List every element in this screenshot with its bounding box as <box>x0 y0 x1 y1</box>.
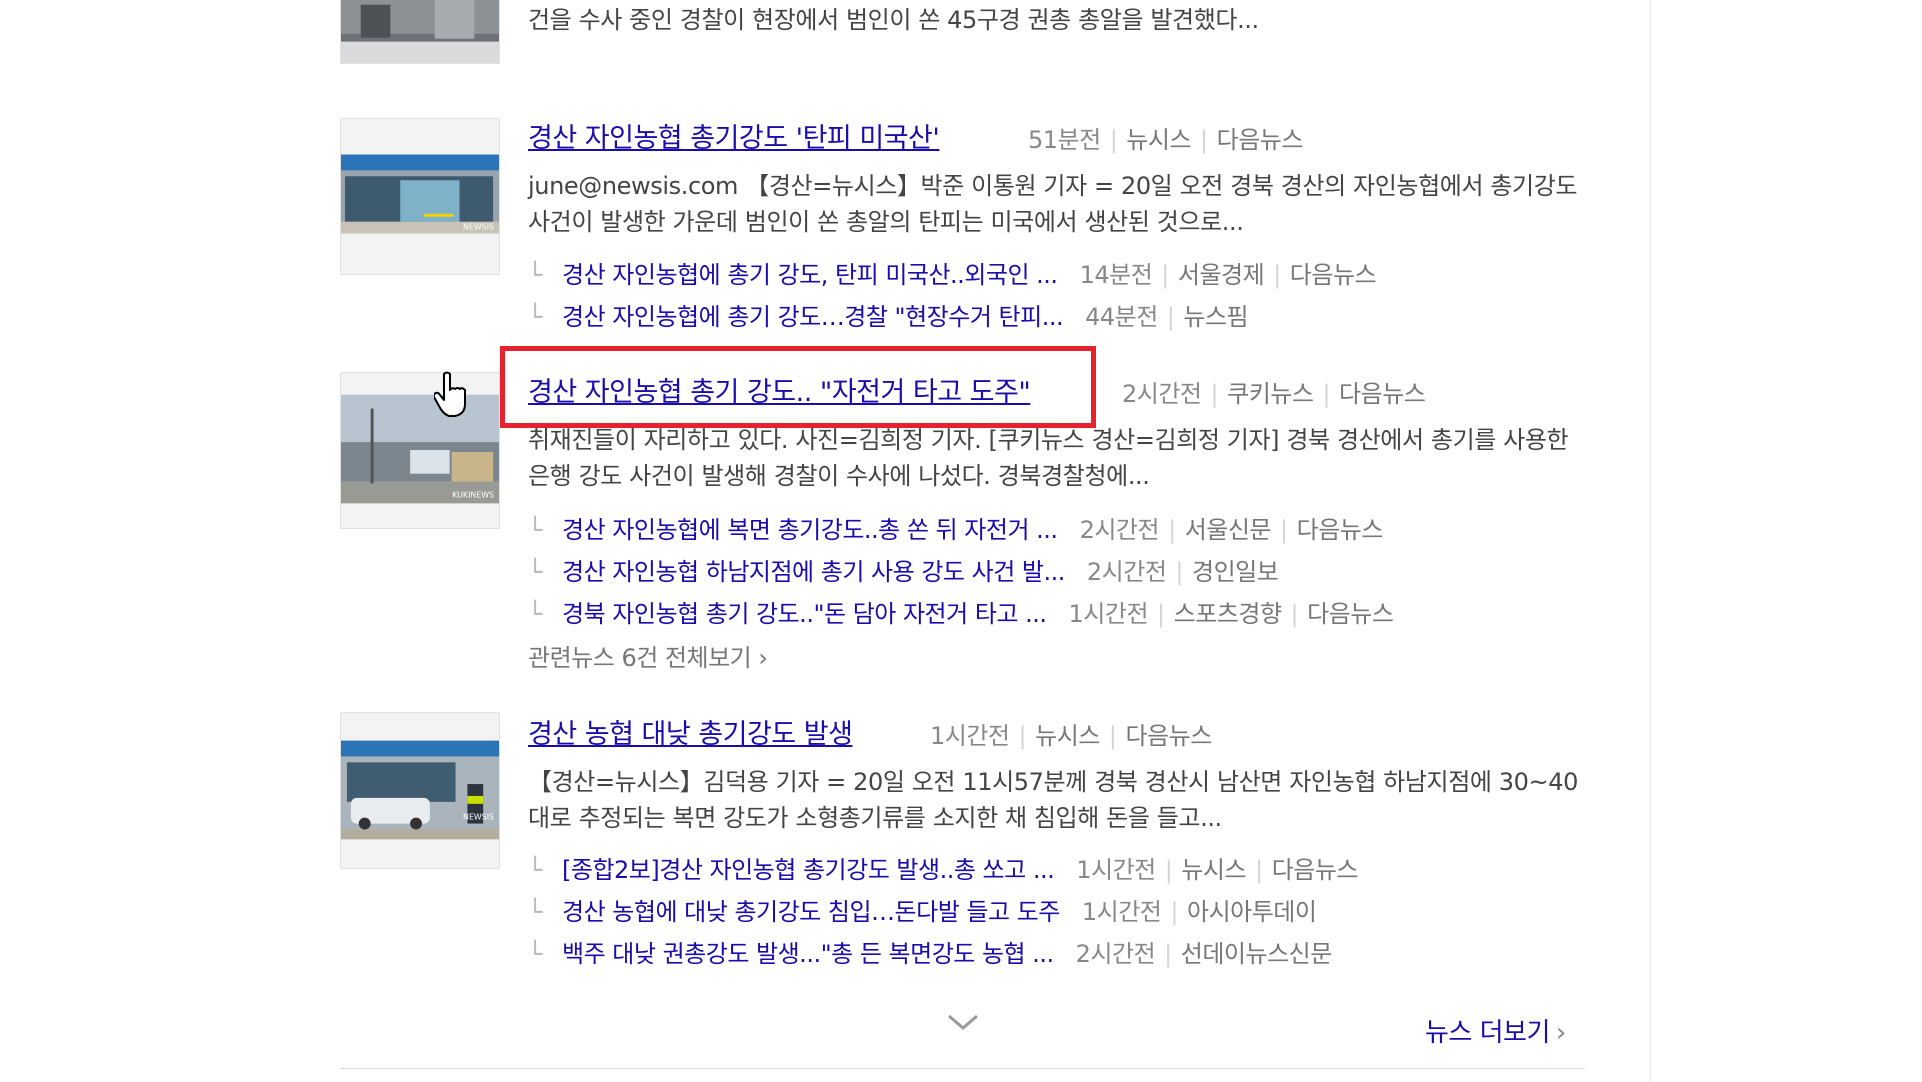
right-column-divider <box>1650 0 1651 1082</box>
related-portal-link[interactable]: 다음뉴스 <box>1297 516 1384 544</box>
related-portal-link[interactable]: 다음뉴스 <box>1272 856 1359 884</box>
related-time: 2시간전 <box>1075 940 1156 968</box>
article-source[interactable]: 뉴시스 <box>1126 126 1191 154</box>
related-article-link[interactable]: 경산 자인농협 하남지점에 총기 사용 강도 사건 발... <box>562 558 1065 586</box>
related-article-row: └ 경산 농협에 대낮 총기강도 침입…돈다발 들고 도주 1시간전 | 아시아투데이 <box>528 898 1317 926</box>
related-time: 1시간전 <box>1076 856 1156 884</box>
article-thumbnail[interactable]: NEWSIS <box>340 712 500 869</box>
related-article-link[interactable]: 경산 자인농협에 복면 총기강도..총 쏜 뒤 자전거 ... <box>562 516 1058 544</box>
related-article-link[interactable]: 백주 대낮 권총강도 발생..."총 든 복면강도 농협 ... <box>562 940 1054 968</box>
related-source[interactable]: 뉴시스 <box>1181 856 1246 884</box>
related-time: 44분전 <box>1085 303 1158 331</box>
related-time: 1시간전 <box>1068 600 1149 628</box>
article-source[interactable]: 쿠키뉴스 <box>1227 380 1314 408</box>
related-news-more-label: 관련뉴스 6건 전체보기 <box>528 644 752 672</box>
branch-icon: └ <box>528 303 542 331</box>
svg-text:NEWSIS: NEWSIS <box>463 223 494 232</box>
article-portal-link[interactable]: 다음뉴스 <box>1217 126 1304 154</box>
branch-icon: └ <box>528 940 542 968</box>
article-snippet: 취재진들이 자리하고 있다. 사진=김희정 기자. [쿠키뉴스 경산=김희정 기… <box>528 426 1569 490</box>
article-portal-link[interactable]: 다음뉴스 <box>1339 380 1426 408</box>
related-news-more-link[interactable]: 관련뉴스 6건 전체보기 › <box>528 638 768 673</box>
related-source[interactable]: 선데이뉴스신문 <box>1181 940 1333 968</box>
news-more-label: 뉴스 더보기 <box>1425 1018 1550 1048</box>
related-source[interactable]: 스포츠경향 <box>1174 600 1282 628</box>
branch-icon: └ <box>528 898 542 926</box>
related-portal-link[interactable]: 다음뉴스 <box>1290 261 1377 289</box>
chevron-down-icon[interactable] <box>946 1012 980 1032</box>
related-article-row: └ 백주 대낮 권총강도 발생..."총 든 복면강도 농협 ... 2시간전 | 선데… <box>528 940 1333 968</box>
related-article-link[interactable]: 경북 자인농협 총기 강도.."돈 담아 자전거 타고 ... <box>562 600 1047 628</box>
related-time: 2시간전 <box>1079 516 1160 544</box>
article-meta: 2시간전 | 쿠키뉴스 | 다음뉴스 <box>1122 380 1426 408</box>
article-portal-link[interactable]: 다음뉴스 <box>1125 722 1212 750</box>
branch-icon: └ <box>528 516 542 544</box>
svg-text:NEWSIS: NEWSIS <box>463 813 494 822</box>
chevron-right-icon: › <box>1555 1018 1566 1048</box>
related-article-row: └ 경산 자인농협에 복면 총기강도..총 쏜 뒤 자전거 ... 2시간전 | 서울신… <box>528 516 1384 544</box>
article-snippet: june@newsis.com 【경산=뉴시스】박준 이통원 기자 = 20일 … <box>528 172 1578 236</box>
branch-icon: └ <box>528 558 542 586</box>
article-snippet: 【경산=뉴시스】김덕용 기자 = 20일 오전 11시57분께 경북 경산시 남… <box>528 768 1578 832</box>
related-source[interactable]: 서울경제 <box>1178 261 1265 289</box>
related-article-row: └ 경북 자인농협 총기 강도.."돈 담아 자전거 타고 ... 1시간전 | 스포츠… <box>528 600 1394 628</box>
article-meta: 1시간전 | 뉴시스 | 다음뉴스 <box>930 722 1212 750</box>
related-article-row: └ 경산 자인농협에 총기 강도…경찰 "현장수거 탄피... 44분전 | 뉴스핌 <box>528 303 1249 331</box>
related-source[interactable]: 뉴스핌 <box>1183 303 1248 331</box>
related-time: 14분전 <box>1079 261 1153 289</box>
article-time: 51분전 <box>1028 126 1101 154</box>
related-article-row: └ 경산 자인농협 하남지점에 총기 사용 강도 사건 발... 2시간전 | 경인일보 <box>528 558 1279 586</box>
chevron-right-icon: › <box>758 644 768 672</box>
branch-icon: └ <box>528 856 542 884</box>
section-divider <box>340 1068 1585 1069</box>
related-portal-link[interactable]: 다음뉴스 <box>1307 600 1394 628</box>
article-meta: 51분전 | 뉴시스 | 다음뉴스 <box>1028 126 1304 154</box>
article-time: 1시간전 <box>930 722 1010 750</box>
article-thumbnail[interactable]: NEWSIS <box>340 118 500 275</box>
article-time: 2시간전 <box>1122 380 1202 408</box>
related-article-link[interactable]: [종합2보]경산 자인농협 총기강도 발생..총 쏘고 ... <box>562 856 1055 884</box>
related-article-link[interactable]: 경산 자인농협에 총기 강도, 탄피 미국산..외국인 ... <box>562 261 1058 289</box>
branch-icon: └ <box>528 600 542 628</box>
related-article-link[interactable]: 경산 농협에 대낮 총기강도 침입…돈다발 들고 도주 <box>562 898 1060 926</box>
related-article-row: └ 경산 자인농협에 총기 강도, 탄피 미국산..외국인 ... 14분전 | 서울경… <box>528 261 1377 289</box>
hand-cursor-icon <box>434 371 466 417</box>
related-time: 2시간전 <box>1086 558 1167 586</box>
article-title-link[interactable]: 경산 자인농협 총기 강도.. "자전거 타고 도주" <box>528 370 1031 409</box>
article-title-link[interactable]: 경산 농협 대낮 총기강도 발생 <box>528 712 853 751</box>
related-article-row: └ [종합2보]경산 자인농협 총기강도 발생..총 쏘고 ... 1시간전 | 뉴시스… <box>528 856 1359 884</box>
article-source[interactable]: 뉴시스 <box>1035 722 1100 750</box>
news-more-link[interactable]: 뉴스 더보기 › <box>1425 1012 1566 1049</box>
related-source[interactable]: 서울신문 <box>1185 516 1272 544</box>
article-thumbnail[interactable]: KUKINEWS <box>340 372 500 529</box>
article-thumbnail[interactable] <box>340 0 500 64</box>
related-source[interactable]: 아시아투데이 <box>1187 898 1317 926</box>
related-source[interactable]: 경인일보 <box>1192 558 1279 586</box>
related-article-link[interactable]: 경산 자인농협에 총기 강도…경찰 "현장수거 탄피... <box>562 303 1064 331</box>
article-snippet: 건을 수사 중인 경찰이 현장에서 범인이 쏜 45구경 권총 총알을 발견했다… <box>528 6 1259 34</box>
branch-icon: └ <box>528 261 542 289</box>
article-title-link[interactable]: 경산 자인농협 총기강도 '탄피 미국산' <box>528 116 940 155</box>
related-time: 1시간전 <box>1081 898 1162 926</box>
svg-text:KUKINEWS: KUKINEWS <box>452 490 494 499</box>
